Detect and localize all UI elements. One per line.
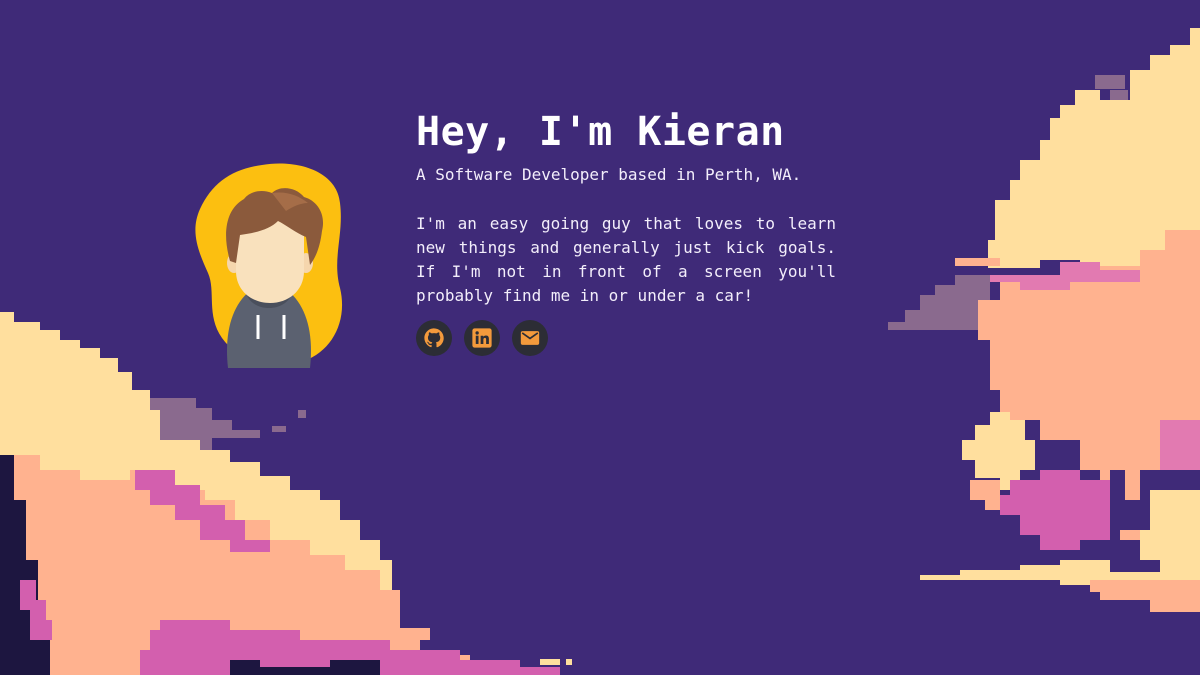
right-cloud bbox=[888, 28, 1200, 612]
hero-content: Hey, I'm Kieran A Software Developer bas… bbox=[416, 108, 836, 356]
github-icon bbox=[424, 328, 444, 348]
page-subtitle: A Software Developer based in Perth, WA. bbox=[416, 165, 802, 184]
social-links bbox=[416, 320, 836, 356]
email-button[interactable] bbox=[512, 320, 548, 356]
linkedin-button[interactable] bbox=[464, 320, 500, 356]
linkedin-icon bbox=[472, 328, 492, 348]
mail-icon bbox=[520, 331, 540, 345]
github-button[interactable] bbox=[416, 320, 452, 356]
page-title: Hey, I'm Kieran bbox=[416, 109, 785, 155]
developer-avatar bbox=[195, 163, 343, 368]
bio-text: I'm an easy going guy that loves to lear… bbox=[416, 214, 836, 305]
